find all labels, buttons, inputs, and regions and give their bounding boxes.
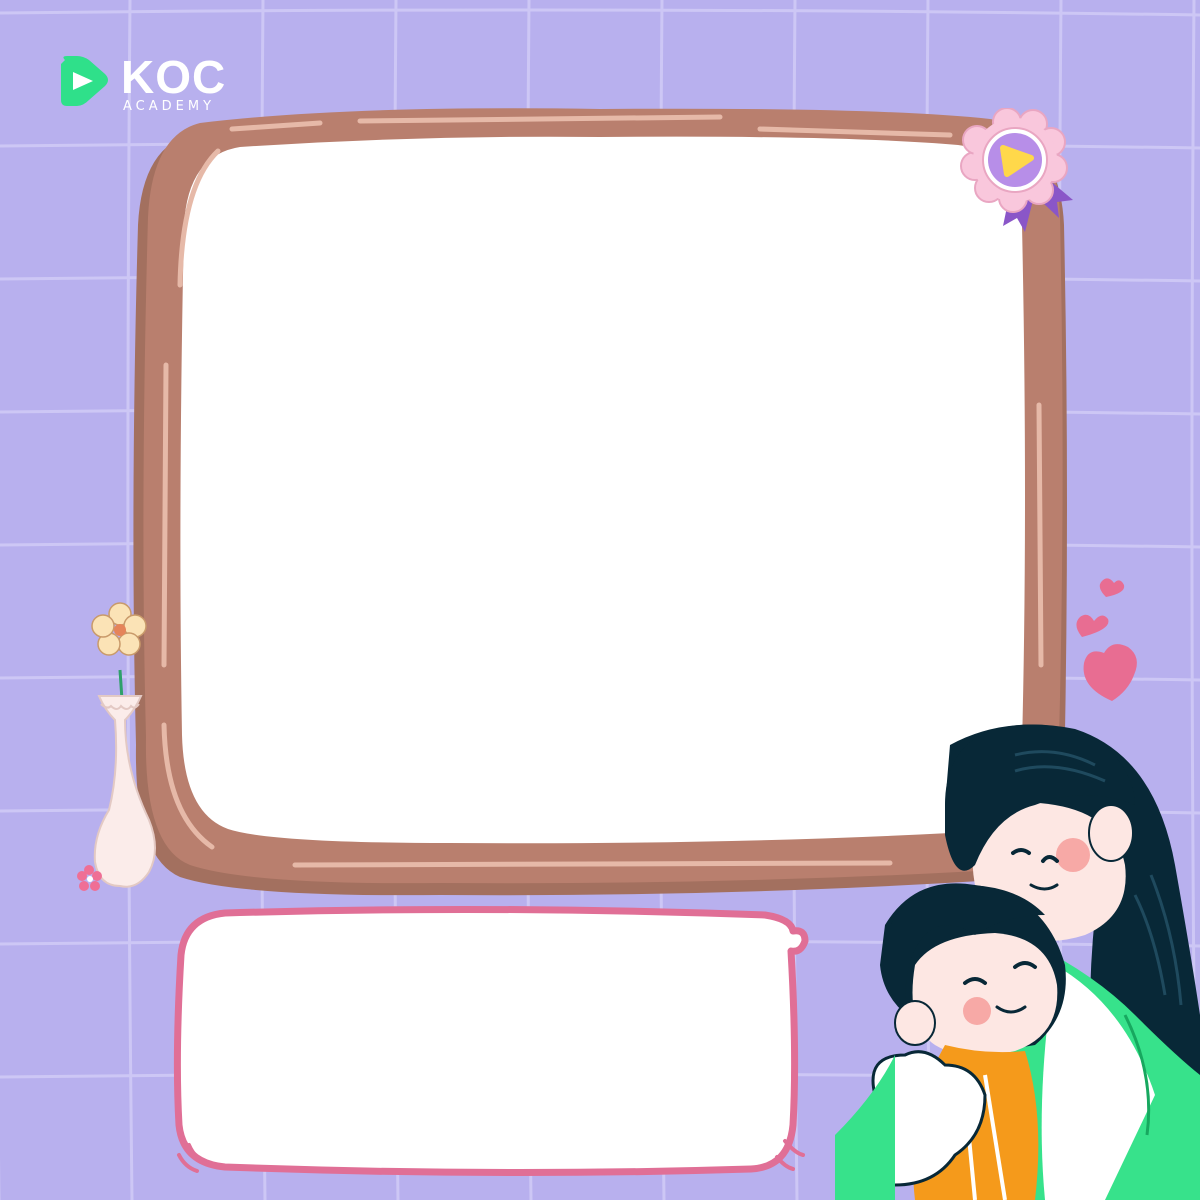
play-icon bbox=[61, 56, 108, 106]
heart-icon bbox=[1076, 578, 1137, 701]
poster-canvas: KOC ACADEMY bbox=[0, 0, 1200, 1200]
speech-bubble bbox=[173, 905, 809, 1177]
flower-vase bbox=[77, 602, 156, 891]
rosette-badge-icon bbox=[960, 108, 1073, 232]
brand-name: KOC bbox=[121, 51, 227, 103]
mother-child-illustration bbox=[835, 724, 1200, 1200]
